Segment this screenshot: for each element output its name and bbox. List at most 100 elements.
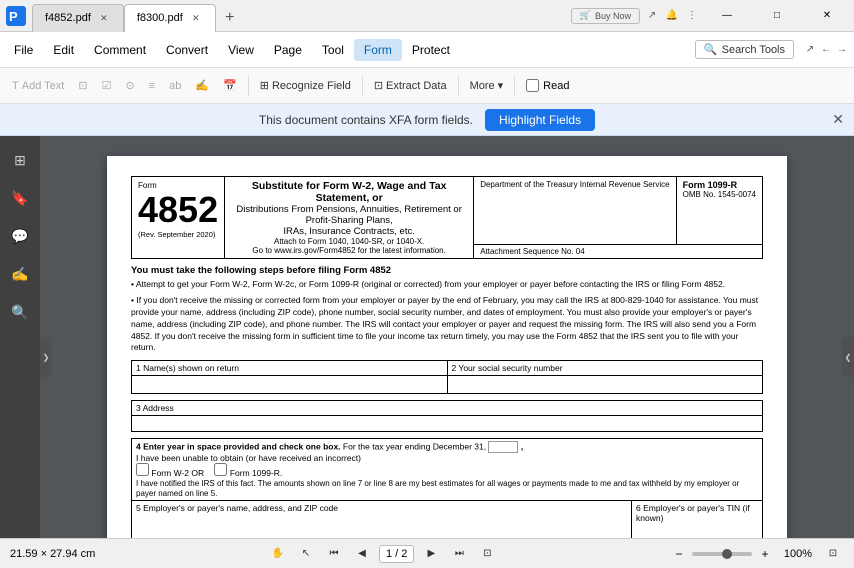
recognize-field-btn[interactable]: ⊞ Recognize Field xyxy=(254,76,357,95)
tab-f4852-label: f4852.pdf xyxy=(45,12,91,24)
dept-label: Department of the Treasury Internal Reve… xyxy=(480,180,669,189)
select-field-icon: ⊡ xyxy=(78,79,87,92)
minimize-button[interactable]: — xyxy=(704,0,750,32)
tabs-area: f4852.pdf ✕ f8300.pdf ✕ + xyxy=(32,0,244,32)
tab-f8300[interactable]: f8300.pdf ✕ xyxy=(124,4,216,32)
field6-input[interactable] xyxy=(636,523,758,538)
signatures-panel-icon[interactable]: ✍ xyxy=(4,258,36,290)
add-text-btn[interactable]: T Add Text xyxy=(6,77,70,95)
field3-table: 3 Address xyxy=(131,400,763,432)
more-options-icon[interactable]: ⋮ xyxy=(684,8,700,24)
field1-label: 1 Name(s) shown on return xyxy=(132,361,448,376)
status-bar: 21.59 × 27.94 cm ✋ ↖ ⏮ ◀ 1 / 2 ▶ ⏭ ⊡ − +… xyxy=(0,538,854,568)
field1-input[interactable] xyxy=(132,376,448,394)
forward-icon[interactable]: → xyxy=(834,42,850,58)
last-page-btn[interactable]: ⏭ xyxy=(448,543,470,565)
page-number-indicator[interactable]: 1 / 2 xyxy=(379,545,414,563)
field5-input[interactable] xyxy=(136,513,627,529)
first-page-btn[interactable]: ⏮ xyxy=(323,543,345,565)
recognize-icon: ⊞ xyxy=(260,79,269,92)
zoom-slider-thumb[interactable] xyxy=(722,549,732,559)
zoom-controls: − + 100% ⊡ xyxy=(670,543,844,565)
w2-checkbox[interactable] xyxy=(136,463,149,476)
menu-view[interactable]: View xyxy=(218,39,264,61)
page-content: Form 4852 (Rev. September 2020) Substitu… xyxy=(107,156,787,538)
bullet2-text: • If you don't receive the missing or co… xyxy=(131,295,763,354)
menu-edit[interactable]: Edit xyxy=(43,39,84,61)
menu-convert[interactable]: Convert xyxy=(156,39,218,61)
field2-input[interactable] xyxy=(447,376,763,394)
list-icon: ≡ xyxy=(149,80,155,92)
menu-comment[interactable]: Comment xyxy=(84,39,156,61)
extract-data-btn[interactable]: ⊡ Extract Data xyxy=(368,76,453,95)
tab-f4852-close[interactable]: ✕ xyxy=(97,11,111,25)
checkbox-btn[interactable]: ☑ xyxy=(96,76,118,95)
select-field-btn[interactable]: ⊡ xyxy=(72,76,93,95)
form-attach-to: Attach to Form 1040, 1040-SR, or 1040-X. xyxy=(231,237,467,246)
sign-btn[interactable]: ✍ xyxy=(189,76,215,95)
fit-page-btn[interactable]: ⊡ xyxy=(476,543,498,565)
field4-year-input[interactable] xyxy=(488,441,518,453)
1099-checkbox[interactable] xyxy=(214,463,227,476)
search-tools-icon: 🔍 xyxy=(704,43,718,56)
menu-protect[interactable]: Protect xyxy=(402,39,460,61)
buy-now-icon[interactable]: 🛒 Buy Now xyxy=(571,8,640,24)
new-tab-button[interactable]: + xyxy=(216,4,244,32)
more-dropdown-icon: ▾ xyxy=(498,79,504,92)
form-rev-date: (Rev. September 2020) xyxy=(138,230,218,239)
toolbar-sep1 xyxy=(248,76,249,96)
pages-panel-icon[interactable]: ⊞ xyxy=(4,144,36,176)
form-irs-url: Go to www.irs.gov/Form4852 for the lates… xyxy=(231,246,467,255)
zoom-fit-btn[interactable]: ⊡ xyxy=(822,543,844,565)
tab-f8300-label: f8300.pdf xyxy=(137,12,183,24)
tab-f4852[interactable]: f4852.pdf ✕ xyxy=(32,4,124,32)
left-panel-collapse[interactable]: ❯ xyxy=(40,337,52,377)
menu-file[interactable]: File xyxy=(4,39,43,61)
tab-f8300-close[interactable]: ✕ xyxy=(189,11,203,25)
omb-number: OMB No. 1545-0074 xyxy=(683,190,756,199)
field4-unable: I have been unable to obtain (or have re… xyxy=(136,453,361,463)
bookmarks-panel-icon[interactable]: 🔖 xyxy=(4,182,36,214)
right-panel-collapse[interactable]: ❮ xyxy=(842,337,854,377)
highlight-fields-button[interactable]: Highlight Fields xyxy=(485,109,595,131)
read-checkbox[interactable] xyxy=(526,79,539,92)
more-btn[interactable]: More ▾ xyxy=(464,76,510,95)
title-bar-left: P f4852.pdf ✕ f8300.pdf ✕ + xyxy=(0,0,571,32)
menu-tool[interactable]: Tool xyxy=(312,39,354,61)
hand-tool-btn[interactable]: ✋ xyxy=(267,543,289,565)
list-btn[interactable]: ≡ xyxy=(143,77,161,95)
circle-icon: ⊙ xyxy=(125,79,134,92)
title-bar: P f4852.pdf ✕ f8300.pdf ✕ + 🛒 Buy Now ↗ … xyxy=(0,0,854,32)
select-tool-btn[interactable]: ↖ xyxy=(295,543,317,565)
field3-input[interactable] xyxy=(132,416,763,432)
maximize-button[interactable]: □ xyxy=(754,0,800,32)
attachment-seq: Attachment Sequence No. 04 xyxy=(474,244,762,258)
menu-page[interactable]: Page xyxy=(264,39,312,61)
zoom-level: 100% xyxy=(778,548,818,560)
field4-sub: For the tax year ending December 31, xyxy=(343,442,486,452)
field56-row: 5 Employer's or payer's name, address, a… xyxy=(131,501,763,538)
xfa-banner: This document contains XFA form fields. … xyxy=(0,104,854,136)
xfa-close-button[interactable]: ✕ xyxy=(832,111,844,128)
back-icon[interactable]: ← xyxy=(818,42,834,58)
document-area: Form 4852 (Rev. September 2020) Substitu… xyxy=(40,136,854,538)
prev-page-btn[interactable]: ◀ xyxy=(351,543,373,565)
comments-panel-icon[interactable]: 💬 xyxy=(4,220,36,252)
share-icon[interactable]: ↗ xyxy=(644,8,660,24)
text-field-btn[interactable]: ab xyxy=(163,77,187,95)
search-tools-btn[interactable]: 🔍 Search Tools xyxy=(695,40,794,59)
circle-btn[interactable]: ⊙ xyxy=(119,76,140,95)
next-page-btn[interactable]: ▶ xyxy=(420,543,442,565)
toolbar-sep3 xyxy=(458,76,459,96)
notification-icon[interactable]: 🔔 xyxy=(664,8,680,24)
zoom-slider[interactable] xyxy=(692,552,752,556)
date-btn[interactable]: 📅 xyxy=(217,76,243,95)
menu-form[interactable]: Form xyxy=(354,39,402,61)
zoom-in-btn[interactable]: + xyxy=(756,545,774,563)
zoom-out-btn[interactable]: − xyxy=(670,545,688,563)
form-number: 4852 xyxy=(138,190,218,230)
external-link-icon[interactable]: ↗ xyxy=(802,42,818,58)
search-panel-icon[interactable]: 🔍 xyxy=(4,296,36,328)
field6-label: 6 Employer's or payer's TIN (if known) xyxy=(636,503,758,523)
close-button[interactable]: ✕ xyxy=(804,0,850,32)
